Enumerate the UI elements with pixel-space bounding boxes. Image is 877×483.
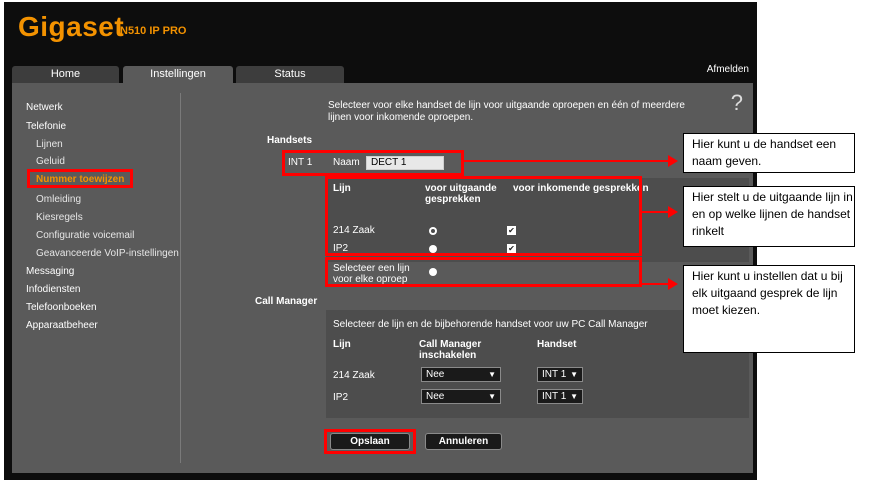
highlight-lines: [325, 176, 642, 256]
sidebar-item-lijnen[interactable]: Lijnen: [36, 139, 63, 150]
cancel-button[interactable]: Annuleren: [425, 433, 502, 450]
call-manager-heading: Call Manager: [255, 296, 318, 307]
callout-lines: Hier stelt u de uitgaande lijn in en op …: [683, 186, 855, 247]
logout-link[interactable]: Afmelden: [707, 64, 749, 75]
callout-name: Hier kunt u de handset een naam geven.: [683, 133, 855, 173]
tab-status[interactable]: Status: [236, 66, 344, 83]
sidebar-item-voip[interactable]: Geavanceerde VoIP-instellingen: [36, 248, 179, 259]
sidebar-item-infodiensten[interactable]: Infodiensten: [26, 284, 81, 295]
cm-line-1: 214 Zaak: [333, 370, 375, 381]
cm-handset-select-2[interactable]: INT 1 ▼: [537, 389, 583, 404]
gigaset-web-ui: Gigaset N510 IP PRO Home Instellingen St…: [4, 2, 757, 480]
sidebar-item-voicemail[interactable]: Configuratie voicemail: [36, 230, 134, 241]
handsets-heading: Handsets: [267, 135, 313, 146]
arrow-line-1: [462, 160, 670, 162]
call-manager-intro: Selecteer de lijn en de bijbehorende han…: [333, 319, 648, 330]
highlight-per-call: [325, 257, 642, 287]
sidebar-item-telefoonboeken[interactable]: Telefoonboeken: [26, 302, 97, 313]
sidebar-divider: [180, 93, 181, 463]
sidebar-item-kiesregels[interactable]: Kiesregels: [36, 212, 83, 223]
cm-handset-select-1[interactable]: INT 1 ▼: [537, 367, 583, 382]
highlight-name: [282, 150, 464, 176]
sidebar-item-apparaatbeheer[interactable]: Apparaatbeheer: [26, 320, 98, 331]
cm-handset-value-1: INT 1: [542, 369, 567, 380]
cm-enable-value-2: Nee: [426, 391, 445, 402]
sidebar-item-telefonie[interactable]: Telefonie: [26, 121, 66, 132]
help-icon[interactable]: ?: [731, 90, 743, 116]
arrow-icon: [668, 278, 678, 290]
tab-instellingen[interactable]: Instellingen: [123, 66, 233, 83]
arrow-line-3: [640, 283, 670, 285]
arrow-icon: [668, 206, 678, 218]
sidebar-item-geluid[interactable]: Geluid: [36, 156, 65, 167]
cm-line-2: IP2: [333, 392, 349, 403]
sidebar-item-messaging[interactable]: Messaging: [26, 266, 74, 277]
model-name: N510 IP PRO: [120, 25, 187, 37]
gigaset-logo: Gigaset: [18, 11, 125, 42]
intro-text: Selecteer voor elke handset de lijn voor…: [328, 100, 685, 123]
arrow-icon: [668, 155, 678, 167]
cm-enable-value-1: Nee: [426, 369, 445, 380]
screenshot-frame: Gigaset N510 IP PRO Home Instellingen St…: [0, 0, 877, 483]
chevron-down-icon: ▼: [488, 370, 496, 379]
cm-enable-select-1[interactable]: Nee ▼: [421, 367, 501, 382]
cm-enable-select-2[interactable]: Nee ▼: [421, 389, 501, 404]
highlight-nummer-toewijzen: [27, 169, 133, 188]
cm-col-handset: Handset: [537, 339, 577, 350]
cm-handset-value-2: INT 1: [542, 391, 567, 402]
arrow-line-2: [640, 211, 670, 213]
callout-per-call: Hier kunt u instellen dat u bij elk uitg…: [683, 265, 855, 353]
chevron-down-icon: ▼: [570, 392, 578, 401]
sidebar-item-omleiding[interactable]: Omleiding: [36, 194, 81, 205]
sidebar-item-netwerk[interactable]: Netwerk: [26, 102, 63, 113]
cm-col-enable: Call Manager inschakelen: [419, 339, 482, 361]
chevron-down-icon: ▼: [488, 392, 496, 401]
chevron-down-icon: ▼: [570, 370, 578, 379]
cm-col-line: Lijn: [333, 339, 351, 350]
tab-home[interactable]: Home: [12, 66, 119, 83]
highlight-save: [324, 429, 416, 454]
